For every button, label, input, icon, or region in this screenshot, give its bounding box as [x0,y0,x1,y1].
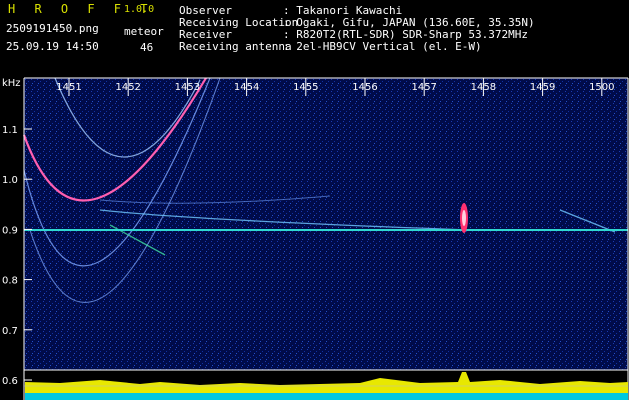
timestamp: 25.09.19 14:50 [6,40,99,53]
x-tick-label: 1456 [352,82,377,93]
y-tick-label: 0.7 [2,326,18,337]
spectrogram-chart: 1451 1452 1453 1454 1455 1456 1457 1458 1459 1500… [2,77,629,400]
meteor-count: 46 [140,41,154,54]
app-version: 1.0.0 [124,4,155,15]
x-tick-label: 1458 [471,82,496,93]
x-tick-label: 1459 [530,82,555,93]
y-tick-label: 0.9 [2,225,18,236]
y-tick-label: 0.6 [2,376,18,387]
bright-echo-core [462,210,466,226]
x-tick-label: 1451 [56,82,81,93]
signal-meter-base [25,393,628,400]
y-tick-label: 1.0 [2,175,18,186]
y-tick-label: 0.8 [2,276,18,287]
x-tick-label: 1457 [411,82,436,93]
y-axis-label: kHz [2,78,21,89]
meteor-label: meteor [124,25,164,38]
y-tick-label: 1.1 [2,125,18,136]
antenna-label: Receiving antenna [179,40,292,53]
x-tick-label: 1500 [589,82,614,93]
signal-meter-bar [25,372,628,393]
x-tick-label: 1455 [293,82,318,93]
x-tick-label: 1452 [115,82,140,93]
antenna-value: : 2el-HB9CV Vertical (el. E-W) [283,40,482,53]
x-tick-label: 1453 [175,82,200,93]
x-tick-label: 1454 [234,82,259,93]
file-name: 2509191450.png [6,22,99,35]
